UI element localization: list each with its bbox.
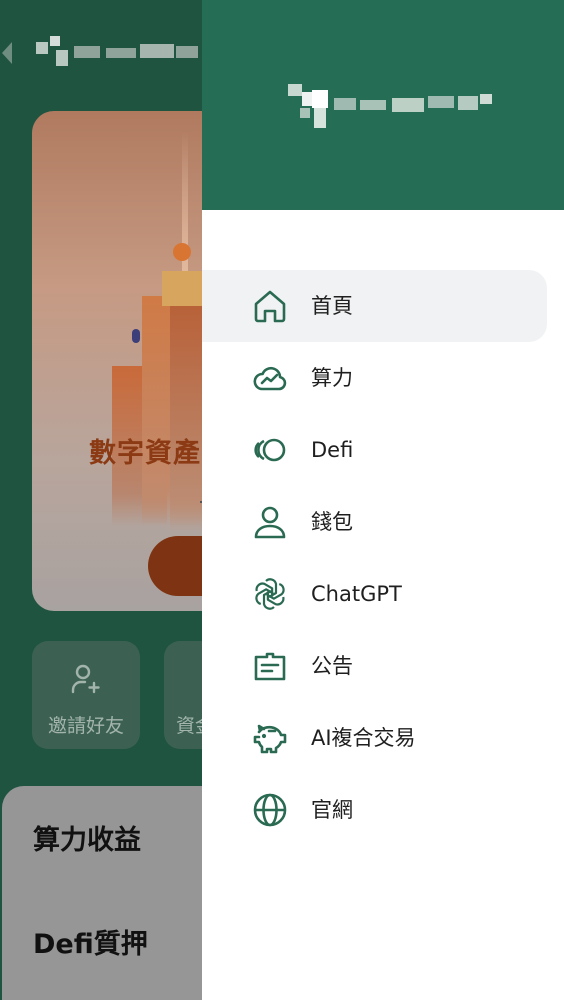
menu-item-label: 錢包	[311, 510, 353, 534]
pixelated-logo	[288, 82, 498, 132]
globe-icon	[252, 792, 288, 828]
add-user-icon	[70, 663, 102, 695]
side-drawer: 首頁 算力 Defi 錢包 ChatGPT 公告 AI複合交易 官網	[202, 0, 564, 1000]
user-icon	[252, 504, 288, 540]
defi-rings-icon	[252, 432, 288, 468]
coin-icon	[173, 243, 191, 261]
drawer-header	[202, 0, 564, 210]
banner-title: 數字資產	[89, 438, 201, 469]
menu-item-website[interactable]: 官網	[202, 774, 547, 846]
announcement-icon	[252, 648, 288, 684]
menu-item-defi[interactable]: Defi	[202, 414, 547, 486]
menu-item-label: ChatGPT	[311, 582, 402, 606]
section-heading: Defi質押	[33, 929, 148, 960]
quick-action-invite[interactable]: 邀請好友	[32, 641, 140, 749]
quick-action-label: 邀請好友	[47, 715, 124, 737]
menu-item-announcement[interactable]: 公告	[202, 630, 547, 702]
menu-item-label: 公告	[311, 654, 353, 678]
home-icon	[252, 288, 288, 324]
banner-tower-top	[162, 271, 207, 306]
section-heading: 算力收益	[33, 825, 141, 856]
menu-item-wallet[interactable]: 錢包	[202, 486, 547, 558]
menu-item-label: AI複合交易	[311, 726, 416, 750]
menu-item-hashrate[interactable]: 算力	[202, 342, 547, 414]
menu-item-home[interactable]: 首頁	[202, 270, 547, 342]
back-arrow-icon[interactable]	[2, 42, 12, 64]
menu-item-ai-trading[interactable]: AI複合交易	[202, 702, 547, 774]
openai-icon	[252, 576, 288, 612]
menu-item-chatgpt[interactable]: ChatGPT	[202, 558, 547, 630]
menu-item-label: 官網	[311, 798, 353, 822]
pixelated-logo	[36, 32, 204, 72]
menu-item-label: 算力	[311, 366, 353, 390]
menu-item-label: Defi	[311, 438, 354, 462]
drawer-menu: 首頁 算力 Defi 錢包 ChatGPT 公告 AI複合交易 官網	[202, 270, 564, 846]
piggy-bank-icon	[252, 720, 288, 756]
person-figure	[132, 329, 140, 343]
cloud-chart-icon	[252, 360, 288, 396]
menu-item-label: 首頁	[311, 294, 353, 318]
